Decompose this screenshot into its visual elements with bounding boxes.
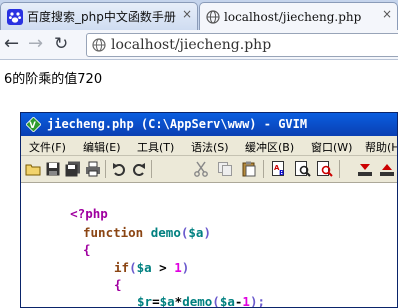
php-open-tag: <?php <box>70 206 108 221</box>
brace: { <box>114 277 122 292</box>
variable: $a <box>219 294 235 308</box>
paste-icon[interactable] <box>241 161 257 177</box>
reload-icon[interactable]: ↻ <box>54 35 68 53</box>
number: 1 <box>242 294 250 308</box>
svg-text:B: B <box>279 169 284 177</box>
tab-strip: 百度搜索_php中文函数手册 × localhost/jiecheng.php … <box>0 0 398 30</box>
svg-text:V: V <box>29 121 36 131</box>
menu-edit[interactable]: 编辑(E) <box>83 139 121 155</box>
baidu-paw-icon <box>7 8 23 25</box>
vim-logo-icon: V <box>26 117 41 132</box>
tab-baidu-search[interactable]: 百度搜索_php中文函数手册 × <box>0 2 198 30</box>
brace: { <box>83 242 91 257</box>
find-prev-icon[interactable] <box>317 161 333 177</box>
forward-arrow-icon[interactable]: → <box>28 35 43 53</box>
menu-help[interactable]: 帮助(H) <box>365 139 397 155</box>
code-line: { <box>83 242 91 257</box>
code-line: { <box>114 277 122 292</box>
cut-icon[interactable] <box>193 161 209 177</box>
variable: $a <box>159 294 175 308</box>
find-next-icon[interactable] <box>295 161 311 177</box>
page-output-text: 6的阶乘的值720 <box>4 72 103 87</box>
toolbar: AB <box>21 156 397 183</box>
menu-window[interactable]: 窗口(W) <box>311 139 352 155</box>
print-icon[interactable] <box>85 161 101 177</box>
toolbar-separator <box>105 160 106 178</box>
menu-bar: 文件(F) 编辑(E) 工具(T) 语法(S) 缓冲区(B) 窗口(W) 帮助(… <box>21 136 397 156</box>
function-name: demo <box>150 225 181 240</box>
toolbar-separator <box>263 160 264 178</box>
navigation-bar: ← → ↻ localhost/jiecheng.php <box>0 30 398 60</box>
variable: $r <box>137 294 153 308</box>
operator: = <box>152 294 160 308</box>
toolbar-separator <box>339 160 340 178</box>
undo-icon[interactable] <box>111 161 127 177</box>
code-editor[interactable]: <?php function demo($a) { if($a > 1) { $… <box>21 183 397 308</box>
window-title: jiecheng.php (C:\AppServ\www) - GVIM <box>47 117 308 131</box>
url-text[interactable]: localhost/jiecheng.php <box>111 37 271 53</box>
save-all-icon[interactable] <box>65 161 81 177</box>
tab-label: localhost/jiecheng.php <box>224 9 362 24</box>
close-tab-icon[interactable]: × <box>382 7 392 21</box>
replace-icon[interactable]: AB <box>271 161 287 177</box>
save-icon[interactable] <box>45 161 61 177</box>
copy-icon[interactable] <box>217 161 233 177</box>
open-icon[interactable] <box>25 161 41 177</box>
paren: ( <box>212 294 220 308</box>
tab-localhost[interactable]: localhost/jiecheng.php × <box>199 2 398 30</box>
page-icon <box>92 38 106 52</box>
paren: ); <box>249 294 266 308</box>
load-session-icon[interactable] <box>357 161 373 177</box>
paren: ( <box>129 260 137 275</box>
code-line: $r=$a*demo($a-1); <box>137 294 266 308</box>
toolbar-separator <box>151 160 152 178</box>
function-name: demo <box>182 294 213 308</box>
save-session-icon[interactable] <box>379 161 395 177</box>
keyword: if <box>114 260 130 275</box>
variable: $a <box>188 225 204 240</box>
keyword: function <box>83 225 144 240</box>
code-line: function demo($a) <box>83 225 211 240</box>
address-bar[interactable]: localhost/jiecheng.php <box>86 33 398 57</box>
number: 1 <box>174 260 182 275</box>
back-arrow-icon[interactable]: ← <box>4 35 19 53</box>
variable: $a <box>136 260 152 275</box>
code-line: if($a > 1) <box>114 260 189 275</box>
redo-icon[interactable] <box>131 161 147 177</box>
operator: > <box>151 260 175 275</box>
window-titlebar[interactable]: V jiecheng.php (C:\AppServ\www) - GVIM <box>21 113 397 136</box>
globe-icon <box>206 9 220 24</box>
gvim-window[interactable]: V jiecheng.php (C:\AppServ\www) - GVIM 文… <box>20 112 398 308</box>
paren: ) <box>181 260 190 275</box>
menu-syntax[interactable]: 语法(S) <box>191 139 229 155</box>
menu-tools[interactable]: 工具(T) <box>137 139 174 155</box>
menu-buffers[interactable]: 缓冲区(B) <box>245 139 294 155</box>
paren: ) <box>203 225 211 240</box>
tab-label: 百度搜索_php中文函数手册 <box>27 10 176 24</box>
close-tab-icon[interactable]: × <box>182 7 192 21</box>
menu-file[interactable]: 文件(F) <box>29 139 66 155</box>
